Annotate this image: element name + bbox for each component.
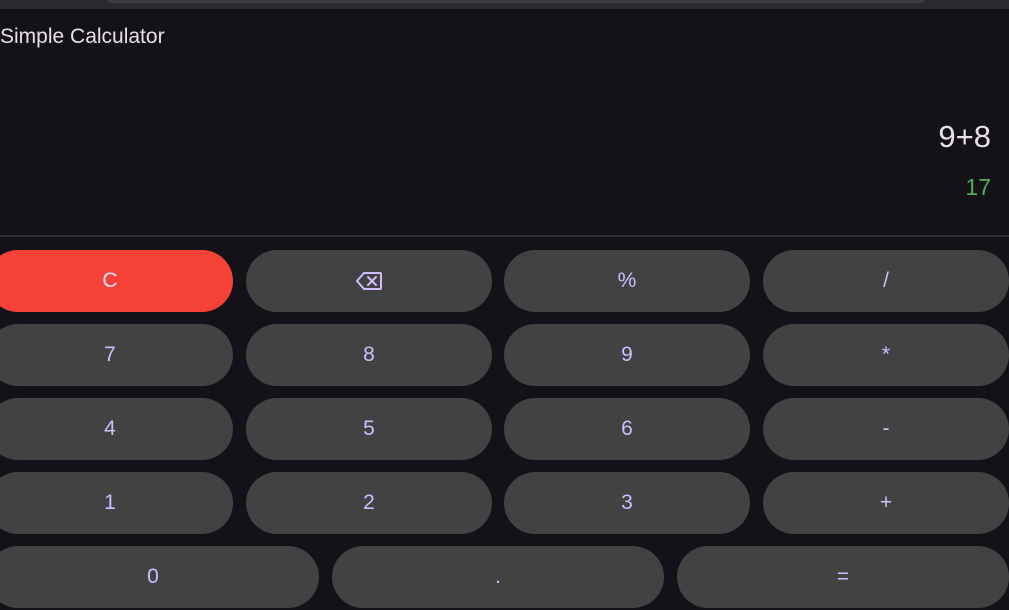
digit-9-button[interactable]: 9: [504, 324, 750, 386]
digit-3-button[interactable]: 3: [504, 472, 750, 534]
top-bar-handle[interactable]: [108, 0, 924, 3]
equals-button[interactable]: =: [677, 546, 1009, 608]
percent-button[interactable]: %: [504, 250, 750, 312]
digit-2-button[interactable]: 2: [246, 472, 492, 534]
backspace-icon: [356, 272, 382, 290]
digit-5-button[interactable]: 5: [246, 398, 492, 460]
clear-button[interactable]: C: [0, 250, 233, 312]
multiply-button[interactable]: *: [763, 324, 1009, 386]
plus-button[interactable]: +: [763, 472, 1009, 534]
digit-1-button[interactable]: 1: [0, 472, 233, 534]
digit-8-button[interactable]: 8: [246, 324, 492, 386]
result-display: 17: [965, 174, 991, 200]
digit-4-button[interactable]: 4: [0, 398, 233, 460]
backspace-button[interactable]: [246, 250, 492, 312]
expression-display: 9+8: [938, 119, 991, 154]
display-divider: [0, 235, 1009, 237]
digit-0-button[interactable]: 0: [0, 546, 319, 608]
decimal-point-button[interactable]: .: [332, 546, 664, 608]
window-top-bar: [0, 0, 1009, 9]
digit-6-button[interactable]: 6: [504, 398, 750, 460]
minus-button[interactable]: -: [763, 398, 1009, 460]
app-title: Simple Calculator: [0, 25, 165, 48]
divide-button[interactable]: /: [763, 250, 1009, 312]
digit-7-button[interactable]: 7: [0, 324, 233, 386]
